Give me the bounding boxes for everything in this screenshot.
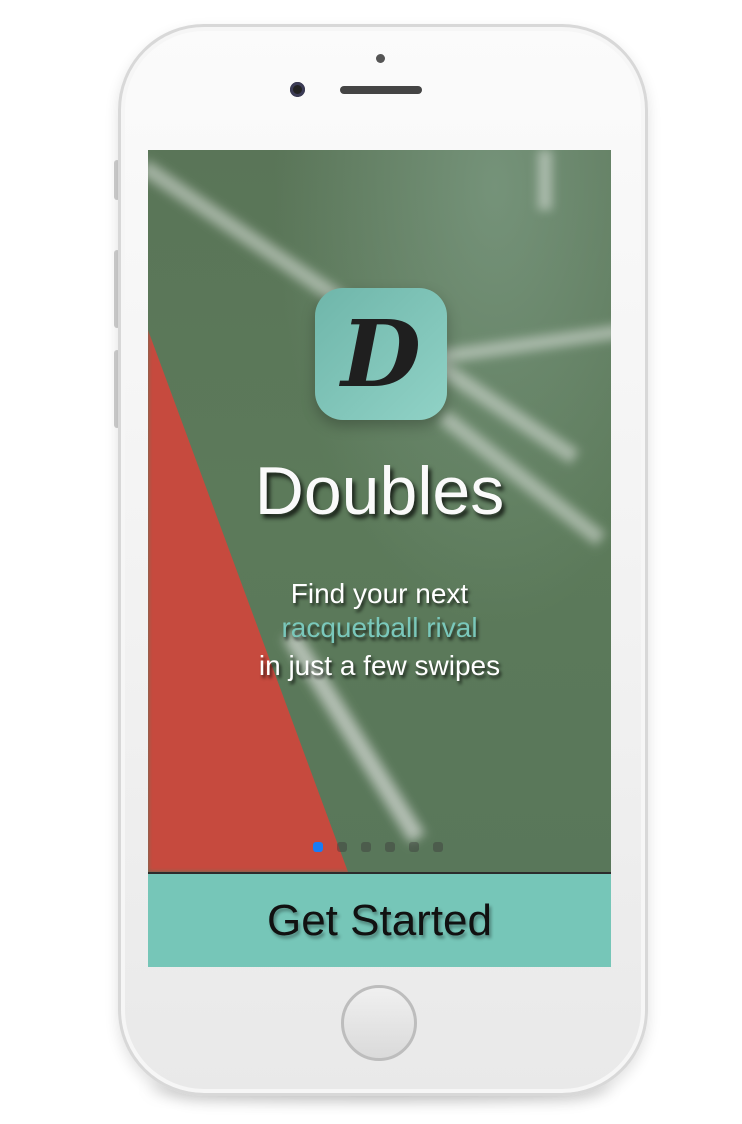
page-dot-6[interactable]: [433, 842, 443, 852]
get-started-label: Get Started: [266, 895, 492, 945]
proximity-sensor: [376, 54, 385, 63]
page-indicator: [313, 842, 443, 852]
page-dot-5[interactable]: [409, 842, 419, 852]
tagline-highlight: racquetball rival: [281, 612, 478, 643]
page-dot-1[interactable]: [313, 842, 323, 852]
court-line: [538, 150, 552, 210]
tagline-line-1: Find your next: [290, 578, 469, 609]
earpiece-speaker: [340, 86, 422, 94]
front-camera-icon: [290, 82, 305, 97]
app-title: Doubles: [254, 453, 505, 529]
page-dot-4[interactable]: [385, 842, 395, 852]
tagline-line-3: in just a few swipes: [258, 650, 501, 681]
app-logo-icon: D: [315, 288, 447, 420]
home-button[interactable]: [341, 985, 417, 1061]
page-dot-2[interactable]: [337, 842, 347, 852]
get-started-button[interactable]: Get Started: [148, 872, 611, 967]
page-dot-3[interactable]: [361, 842, 371, 852]
app-screen: D Doubles Find your next racquetball riv…: [148, 150, 611, 967]
logo-letter: D: [341, 300, 421, 408]
